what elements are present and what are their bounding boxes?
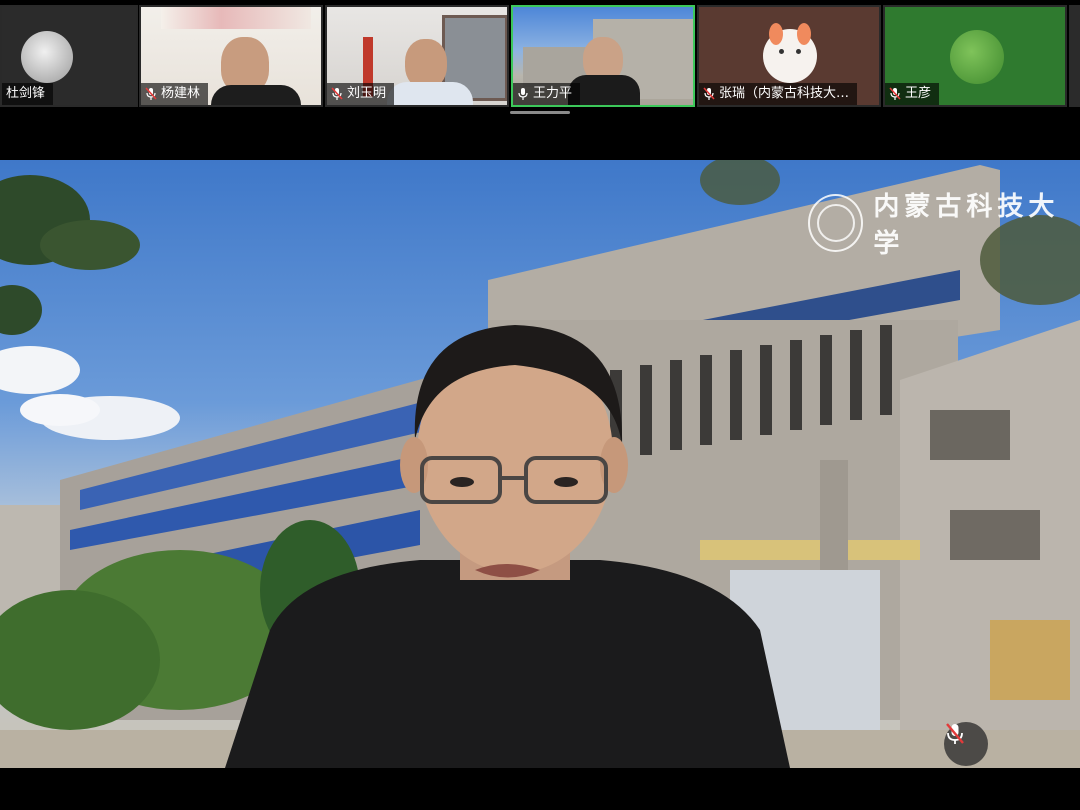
main-speaker-video: 内蒙古科技大学 bbox=[0, 160, 1080, 768]
participant-name-tag-4: 王力平 bbox=[513, 83, 581, 105]
mic-muted-icon bbox=[145, 87, 157, 100]
participant-name-tag-1: 杜剑锋 bbox=[2, 83, 54, 105]
participant-tile-7-partial[interactable] bbox=[1069, 5, 1080, 107]
participant-tile-6[interactable]: 王彦 bbox=[883, 5, 1067, 107]
mute-status-button[interactable] bbox=[944, 722, 988, 766]
strip-scroll-indicator[interactable] bbox=[510, 111, 570, 114]
mic-muted-icon bbox=[703, 87, 715, 100]
logo-text: 内蒙古科技大学 bbox=[873, 192, 1060, 259]
participant-name-tag-2: 杨建林 bbox=[141, 83, 209, 105]
participant-name: 王力平 bbox=[533, 86, 573, 101]
participant-tile-5[interactable]: 张瑞（内蒙古科技大… bbox=[697, 5, 881, 107]
participant-tile-1[interactable]: 杜剑锋 bbox=[0, 5, 138, 107]
participant-name: 杨建林 bbox=[161, 86, 201, 101]
mic-muted-icon bbox=[946, 723, 964, 744]
participant-tile-2[interactable]: 杨建林 bbox=[139, 5, 323, 107]
mic-muted-icon bbox=[331, 87, 343, 100]
mic-muted-icon bbox=[889, 87, 901, 100]
university-logo: 内蒙古科技大学 bbox=[808, 186, 1080, 260]
participant-name: 王彦 bbox=[905, 86, 932, 101]
participant-name: 杜剑锋 bbox=[6, 86, 46, 101]
participant-strip: 杜剑锋 杨建林 刘玉明 王力平 张瑞（内蒙古科技大… 王彦 bbox=[0, 0, 1080, 112]
participant-name-tag-6: 王彦 bbox=[885, 83, 940, 105]
avatar bbox=[950, 30, 1004, 84]
participant-name: 张瑞（内蒙古科技大… bbox=[719, 86, 850, 101]
bottom-bar bbox=[0, 768, 1080, 810]
participant-name: 刘玉明 bbox=[347, 86, 387, 101]
participant-name-tag-3: 刘玉明 bbox=[327, 83, 395, 105]
mic-icon bbox=[518, 88, 528, 100]
participant-tile-3[interactable]: 刘玉明 bbox=[325, 5, 509, 107]
participant-tile-4-active[interactable]: 王力平 bbox=[511, 5, 695, 107]
seal-icon bbox=[808, 194, 864, 252]
participant-name-tag-5: 张瑞（内蒙古科技大… bbox=[699, 83, 858, 105]
avatar bbox=[21, 31, 73, 83]
avatar bbox=[763, 23, 817, 83]
